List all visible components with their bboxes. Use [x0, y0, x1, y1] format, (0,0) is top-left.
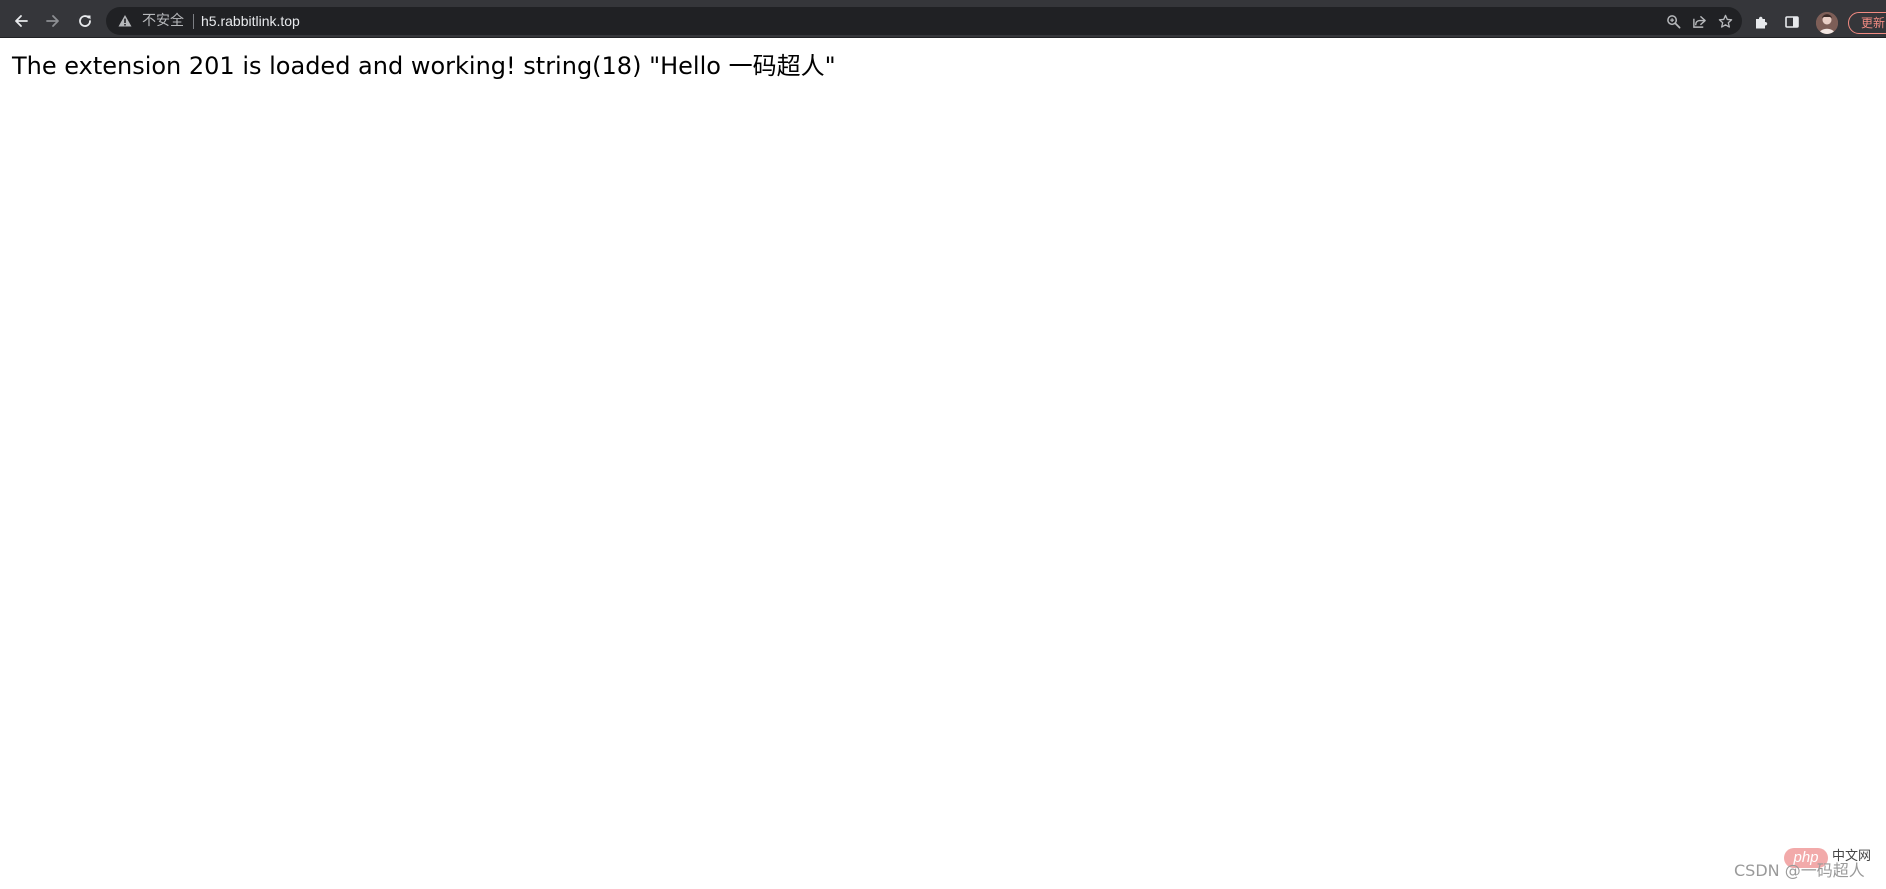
forward-button[interactable]: [40, 8, 66, 34]
warning-icon: [118, 15, 132, 27]
page-output-text: The extension 201 is loaded and working!…: [12, 52, 836, 80]
side-panel-button[interactable]: [1782, 12, 1802, 32]
browser-toolbar: 不安全 h5.rabbitlink.top 更新: [0, 4, 1886, 38]
reload-button[interactable]: [72, 8, 98, 34]
url-text[interactable]: h5.rabbitlink.top: [201, 13, 300, 29]
back-arrow-icon: [15, 15, 28, 27]
security-status-label: 不安全: [142, 13, 184, 29]
update-button[interactable]: 更新: [1848, 12, 1886, 34]
avatar-image: [1816, 12, 1838, 34]
bookmark-button[interactable]: [1716, 12, 1734, 30]
omnibox-divider: [193, 14, 194, 29]
star-icon: [1718, 14, 1732, 28]
profile-avatar[interactable]: [1816, 12, 1838, 34]
share-button[interactable]: [1690, 12, 1708, 30]
csdn-watermark: CSDN @一码超人: [1734, 861, 1865, 880]
zoom-icon: [1666, 14, 1680, 28]
reload-icon: [79, 15, 91, 27]
zoom-button[interactable]: [1664, 12, 1682, 30]
site-info-button[interactable]: [118, 14, 132, 28]
side-panel-icon: [1785, 16, 1799, 28]
back-button[interactable]: [8, 8, 34, 34]
puzzle-icon: [1756, 16, 1768, 29]
extensions-button[interactable]: [1752, 12, 1772, 32]
forward-arrow-icon: [46, 15, 59, 27]
share-icon: [1692, 15, 1706, 28]
address-bar[interactable]: 不安全 h5.rabbitlink.top: [106, 7, 1742, 35]
